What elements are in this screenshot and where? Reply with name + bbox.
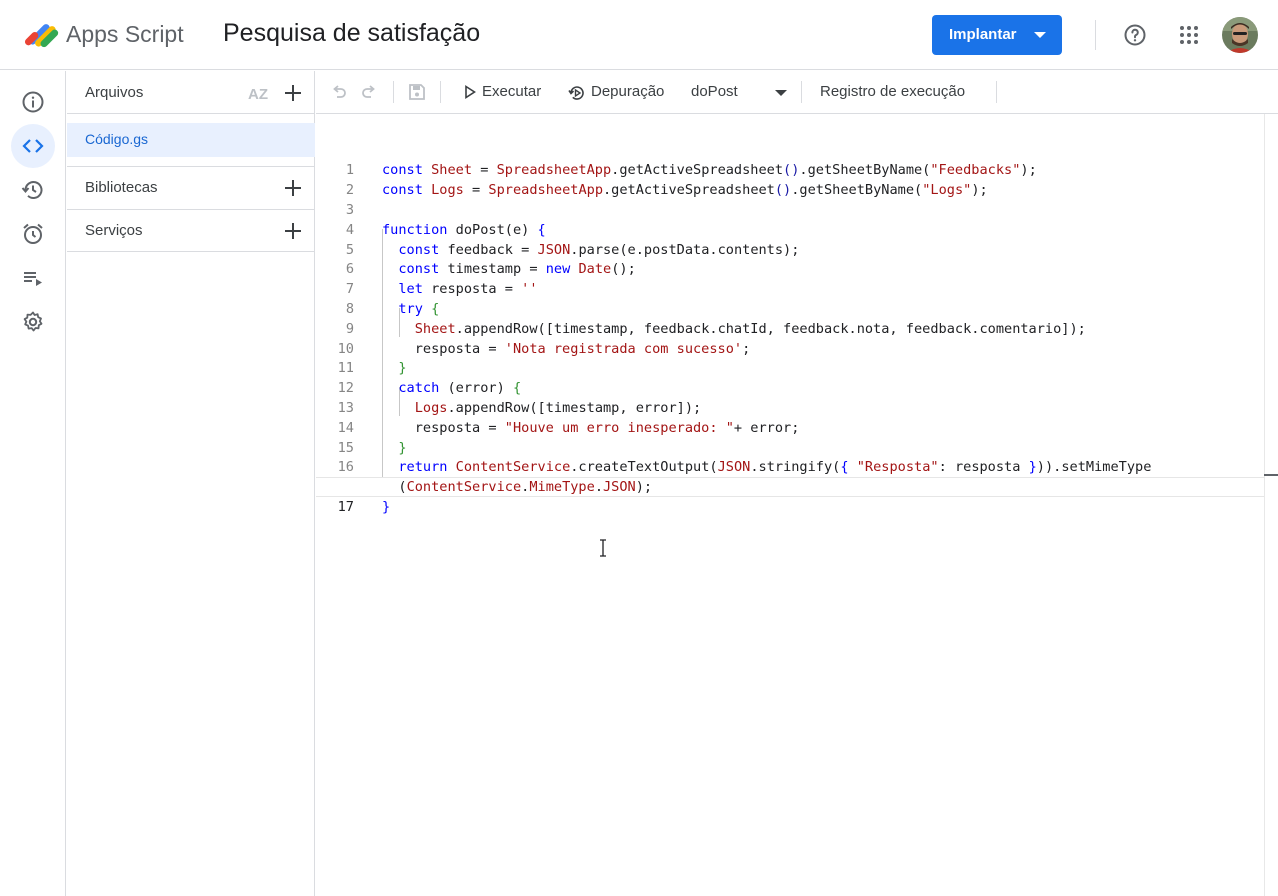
function-dropdown-caret-icon[interactable] <box>775 90 787 96</box>
libraries-label: Bibliotecas <box>85 179 158 196</box>
add-service-plus-icon[interactable] <box>283 221 303 241</box>
files-header: Arquivos AZ <box>67 71 315 113</box>
file-item-codigo[interactable]: Código.gs <box>67 123 315 157</box>
function-selector[interactable]: doPost <box>691 83 738 100</box>
toolbar-divider <box>440 81 441 103</box>
code-line: 14 resposta = "Houve um erro inesperado:… <box>337 420 800 436</box>
debug-icon <box>568 86 584 100</box>
alarm-icon <box>23 223 43 244</box>
code-line: 9 Sheet.appendRow([timestamp, feedback.c… <box>345 321 1086 337</box>
deploy-button[interactable]: Implantar <box>932 15 1062 55</box>
run-label: Executar <box>482 83 542 100</box>
play-icon <box>465 85 476 99</box>
function-selector-value: doPost <box>691 83 738 100</box>
save-icon[interactable] <box>407 82 427 102</box>
code-line: 10 resposta = 'Nota registrada com suces… <box>337 341 751 357</box>
code-line: 1 const Sheet = SpreadsheetApp.getActiveS… <box>345 162 1037 178</box>
toolbar-divider <box>801 81 802 103</box>
rail-item-history[interactable] <box>11 168 55 212</box>
code-line: 4 function doPost(e) { <box>345 222 546 238</box>
code-editor[interactable]: 1 const Sheet = SpreadsheetApp.getActiveS… <box>316 114 1278 896</box>
file-item-label: Código.gs <box>85 131 149 147</box>
rail-item-settings[interactable] <box>11 300 55 344</box>
code-line: 16 return ContentService.createTextOutpu… <box>337 459 1152 475</box>
apps-script-logo[interactable] <box>24 17 62 51</box>
rail-item-executions[interactable] <box>11 256 55 300</box>
header-divider <box>1095 20 1096 50</box>
debug-label: Depuração <box>591 83 665 100</box>
history-icon <box>21 181 43 199</box>
code-icon <box>22 139 44 153</box>
code-line: 11 } <box>337 360 407 376</box>
files-header-label: Arquivos <box>85 84 144 101</box>
rail-item-overview[interactable] <box>11 80 55 124</box>
code-line: 6 const timestamp = new Date(); <box>345 261 636 277</box>
info-icon <box>22 91 44 113</box>
help-icon[interactable] <box>1123 23 1147 47</box>
deploy-button-label: Implantar <box>949 26 1017 43</box>
code-line: (ContentService.MimeType.JSON); <box>382 479 653 495</box>
code-line: 8 try { <box>345 301 440 317</box>
playlist-icon <box>24 272 42 286</box>
top-bar: Apps Script Pesquisa de satisfação Impla… <box>0 0 1278 70</box>
code-line: 2 const Logs = SpreadsheetApp.getActiveSp… <box>345 182 988 198</box>
toolbar-divider <box>393 81 394 103</box>
code-line: 13 Logs.appendRow([timestamp, error]); <box>337 400 702 416</box>
code-line: 5 const feedback = JSON.parse(e.postData… <box>345 242 800 258</box>
redo-icon[interactable] <box>359 82 379 102</box>
code-line: 15 } <box>337 440 407 456</box>
rail-item-triggers[interactable] <box>11 212 55 256</box>
code-line: 12 catch (error) { <box>337 380 522 396</box>
code-line: 3 <box>345 202 354 218</box>
rail-item-editor[interactable] <box>11 124 55 168</box>
undo-icon[interactable] <box>329 82 349 102</box>
scrollbar-cursor-marker <box>1264 474 1278 476</box>
text-cursor-ibeam-icon <box>600 539 606 557</box>
execution-log-label: Registro de execução <box>820 83 966 100</box>
toolbar-divider <box>996 81 997 103</box>
editor-scrollbar[interactable] <box>1264 114 1278 896</box>
avatar[interactable] <box>1222 17 1258 53</box>
services-row[interactable]: Serviços <box>67 210 315 252</box>
caret-down-icon <box>1034 32 1046 38</box>
left-navigation-rail <box>0 71 66 896</box>
gear-icon <box>23 311 43 332</box>
apps-grid-icon[interactable] <box>1177 23 1201 47</box>
files-panel: Arquivos AZ Código.gs Bibliotecas Serviç… <box>67 71 315 896</box>
execution-log-button[interactable]: Registro de execução <box>820 83 965 100</box>
code-line: 17} <box>337 499 391 515</box>
add-file-plus-icon[interactable] <box>283 83 303 103</box>
project-title[interactable]: Pesquisa de satisfação <box>223 19 480 48</box>
svg-text:AZ: AZ <box>248 86 268 103</box>
code-line: 7 let resposta = '' <box>345 281 538 297</box>
services-label: Serviços <box>85 222 143 239</box>
libraries-row[interactable]: Bibliotecas <box>67 167 315 209</box>
editor-toolbar: Executar Depuração doPost Registro de ex… <box>316 71 1278 114</box>
divider <box>67 251 315 252</box>
add-library-plus-icon[interactable] <box>283 178 303 198</box>
divider <box>67 113 315 114</box>
app-name[interactable]: Apps Script <box>66 21 184 48</box>
sort-az-icon[interactable]: AZ <box>247 83 271 105</box>
